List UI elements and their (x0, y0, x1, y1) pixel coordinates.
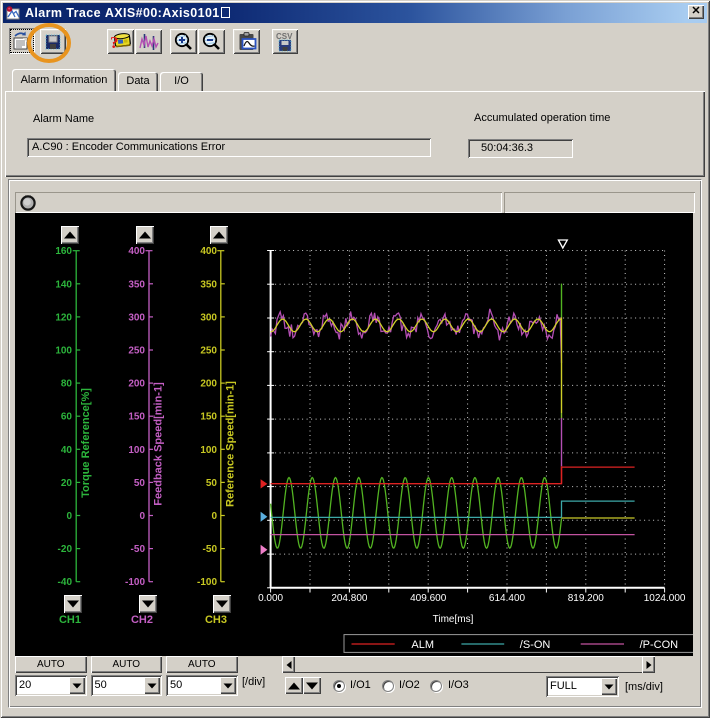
svg-text:-100: -100 (125, 577, 145, 588)
svg-text:160: 160 (55, 246, 72, 257)
svg-text:400: 400 (200, 246, 217, 257)
svg-text:204.800: 204.800 (331, 593, 368, 604)
svg-text:200: 200 (128, 379, 145, 390)
svg-text:-50: -50 (203, 544, 218, 555)
svg-text:ALM: ALM (411, 639, 434, 651)
svg-text:409.600: 409.600 (410, 593, 447, 604)
svg-text:-40: -40 (58, 577, 73, 588)
svg-text:400: 400 (128, 246, 145, 257)
svg-text:60: 60 (61, 412, 73, 423)
svg-text:300: 300 (200, 312, 217, 323)
svg-text:0: 0 (66, 511, 72, 522)
svg-text:50: 50 (134, 478, 146, 489)
svg-text:0: 0 (211, 511, 217, 522)
svg-text:1024.000: 1024.000 (644, 593, 686, 604)
svg-text:?: ? (110, 33, 119, 52)
svg-text:50: 50 (206, 478, 218, 489)
svg-text:150: 150 (128, 412, 145, 423)
svg-text:0.000: 0.000 (258, 593, 283, 604)
svg-text:-50: -50 (131, 544, 146, 555)
svg-text:250: 250 (200, 346, 217, 357)
svg-text:100: 100 (55, 346, 72, 357)
svg-text:/P-CON: /P-CON (640, 639, 679, 651)
svg-text:150: 150 (200, 412, 217, 423)
svg-text:350: 350 (128, 279, 145, 290)
svg-text:Feedback Speed[min-1]: Feedback Speed[min-1] (153, 382, 165, 506)
svg-text:819.200: 819.200 (568, 593, 605, 604)
svg-text:-100: -100 (197, 577, 217, 588)
svg-text:Time[ms]: Time[ms] (433, 614, 474, 625)
svg-text:80: 80 (61, 379, 73, 390)
svg-text:Reference Speed[min-1]: Reference Speed[min-1] (225, 381, 237, 507)
svg-text:100: 100 (200, 445, 217, 456)
svg-text:300: 300 (128, 312, 145, 323)
svg-text:614.400: 614.400 (489, 593, 526, 604)
svg-text:/S-ON: /S-ON (520, 639, 551, 651)
svg-text:250: 250 (128, 346, 145, 357)
svg-text:200: 200 (200, 379, 217, 390)
svg-text:40: 40 (61, 445, 73, 456)
svg-text:Torque Reference[%]: Torque Reference[%] (80, 388, 92, 498)
svg-text:140: 140 (55, 279, 72, 290)
svg-text:-20: -20 (58, 544, 73, 555)
svg-text:120: 120 (55, 312, 72, 323)
svg-text:0: 0 (139, 511, 145, 522)
svg-text:20: 20 (61, 478, 73, 489)
svg-text:350: 350 (200, 279, 217, 290)
svg-text:100: 100 (128, 445, 145, 456)
